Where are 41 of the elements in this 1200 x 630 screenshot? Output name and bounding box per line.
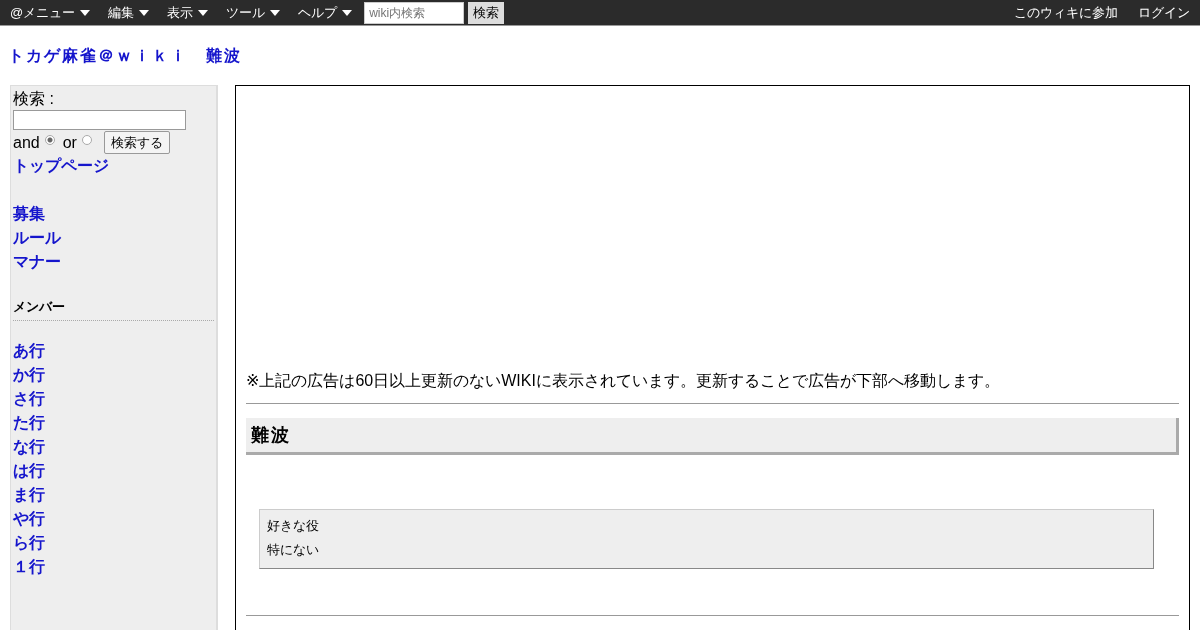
- header-link[interactable]: このウィキに参加: [1014, 3, 1118, 22]
- search-label: 検索 :: [13, 89, 55, 109]
- menu-dropdown[interactable]: @メニュー: [10, 3, 91, 22]
- ad-notice: ※上記の広告は60日以上更新のないWIKIに表示されています。更新することで広告が下部へ移動します。: [246, 371, 1001, 391]
- caret-icon: [80, 9, 91, 16]
- sidebar-link[interactable]: 募集: [13, 202, 214, 226]
- radio-label: or: [62, 133, 77, 152]
- search-field[interactable]: [13, 110, 186, 130]
- section-heading: メンバー: [13, 298, 214, 321]
- sidebar-link[interactable]: ルール: [13, 226, 214, 250]
- sidebar-link[interactable]: た行: [13, 411, 214, 435]
- caret-icon: [270, 9, 281, 16]
- caret-icon: [139, 9, 150, 16]
- sidebar-link[interactable]: マナー: [13, 250, 214, 274]
- header-link[interactable]: ログイン: [1138, 3, 1190, 22]
- caret-icon: [342, 9, 353, 16]
- wiki-search-field[interactable]: wiki内検索: [364, 1, 465, 24]
- sidebar-link[interactable]: さ行: [13, 387, 214, 411]
- sidebar-link[interactable]: は行: [13, 459, 214, 483]
- page-heading: 難波: [246, 418, 1179, 455]
- caret-icon: [198, 9, 209, 16]
- menu-dropdown[interactable]: 表示: [167, 3, 209, 22]
- radio-button[interactable]: [44, 134, 55, 145]
- sidebar-link[interactable]: や行: [13, 507, 214, 531]
- sidebar-link[interactable]: １行: [13, 555, 214, 579]
- menu-dropdown[interactable]: ヘルプ: [298, 3, 353, 22]
- menu-dropdown[interactable]: ツール: [226, 3, 281, 22]
- radio-button[interactable]: [81, 134, 92, 145]
- sidebar-link[interactable]: か行: [13, 363, 214, 387]
- search-button[interactable]: 検索: [468, 1, 505, 24]
- search-button[interactable]: 検索する: [103, 131, 170, 154]
- menu-dropdown[interactable]: 編集: [108, 3, 150, 22]
- box-text: 特にない: [267, 541, 320, 559]
- sidebar-link[interactable]: ら行: [13, 531, 214, 555]
- sidebar-link[interactable]: トップページ: [13, 154, 214, 178]
- radio-label: and: [13, 133, 40, 152]
- site-title[interactable]: トカゲ麻雀＠ｗｉｋｉ 難波: [0, 26, 1200, 85]
- box-text: 好きな役: [267, 517, 320, 535]
- sidebar-link[interactable]: ま行: [13, 483, 214, 507]
- sidebar-link[interactable]: あ行: [13, 339, 214, 363]
- sidebar-link[interactable]: な行: [13, 435, 214, 459]
